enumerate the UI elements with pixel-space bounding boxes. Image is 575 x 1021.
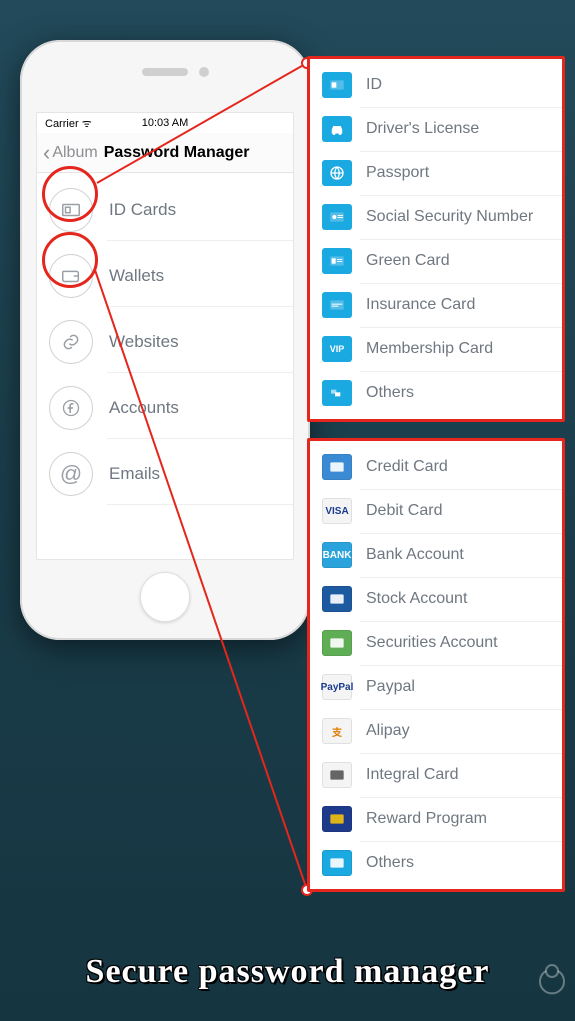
speaker-slot	[142, 68, 188, 76]
clock: 10:03 AM	[37, 117, 293, 129]
wallet-panel-label: Others	[366, 854, 414, 872]
id-panel-label: Driver's License	[366, 120, 479, 138]
page-title: Password Manager	[104, 144, 250, 162]
wallet-panel-label: Debit Card	[366, 502, 442, 520]
wallet-panel-item[interactable]: Reward Program	[310, 797, 562, 841]
home-button[interactable]	[140, 572, 190, 622]
wallet-panel-item[interactable]: Others	[310, 841, 562, 885]
back-button[interactable]: Album	[52, 144, 97, 162]
id-panel-item[interactable]: Insurance Card	[310, 283, 562, 327]
wallet-tile-icon	[322, 586, 352, 612]
menu-label: Emails	[109, 464, 160, 484]
facebook-icon	[49, 386, 93, 430]
id-panel-item[interactable]: VIP Membership Card	[310, 327, 562, 371]
id-panel-label: Passport	[366, 164, 429, 182]
ssn-icon	[322, 204, 352, 230]
front-camera	[199, 67, 209, 77]
id-panel-item[interactable]: Driver's License	[310, 107, 562, 151]
wallet-tile-icon	[322, 762, 352, 788]
wallet-tile-icon	[322, 806, 352, 832]
id-panel-label: Social Security Number	[366, 208, 533, 226]
wallet-tile-icon: VISA	[322, 498, 352, 524]
wallet-tile-icon: BANK	[322, 542, 352, 568]
id-card-icon	[49, 188, 93, 232]
wallet-panel-label: Securities Account	[366, 634, 498, 652]
green-card-icon	[322, 248, 352, 274]
id-panel-item[interactable]: Green Card	[310, 239, 562, 283]
wallet-panel-label: Bank Account	[366, 546, 464, 564]
drivers-license-icon	[322, 116, 352, 142]
nav-bar: ‹ Album Password Manager	[37, 133, 293, 173]
at-sign-icon: @	[49, 452, 93, 496]
menu-label: Websites	[109, 332, 179, 352]
wallet-tile-icon: PayPal	[322, 674, 352, 700]
id-icon	[322, 72, 352, 98]
menu-label: Accounts	[109, 398, 179, 418]
wallet-icon	[49, 254, 93, 298]
id-panel-label: ID	[366, 76, 382, 94]
wallet-tile-icon: 支	[322, 718, 352, 744]
category-list: ID Cards Wallets Websites Accounts	[37, 173, 293, 505]
id-panel-label: Insurance Card	[366, 296, 475, 314]
phone-device-frame: Carrier ᯤ 10:03 AM ‹ Album Password Mana…	[20, 40, 310, 640]
phone-screen: Carrier ᯤ 10:03 AM ‹ Album Password Mana…	[36, 112, 294, 560]
id-panel-item[interactable]: ID	[310, 63, 562, 107]
wallet-tile-icon	[322, 630, 352, 656]
id-panel-label: Others	[366, 384, 414, 402]
menu-label: ID Cards	[109, 200, 176, 220]
id-panel-item[interactable]: Others	[310, 371, 562, 415]
wallet-panel-label: Credit Card	[366, 458, 448, 476]
wallet-panel-label: Integral Card	[366, 766, 459, 784]
wallet-panel-item[interactable]: BANK Bank Account	[310, 533, 562, 577]
wallet-tile-icon	[322, 850, 352, 876]
marketing-caption: Secure password manager	[0, 953, 575, 991]
id-panel-item[interactable]: Passport	[310, 151, 562, 195]
menu-item-wallets[interactable]: Wallets	[37, 245, 293, 307]
menu-item-emails[interactable]: @ Emails	[37, 443, 293, 505]
menu-item-accounts[interactable]: Accounts	[37, 377, 293, 439]
menu-item-websites[interactable]: Websites	[37, 311, 293, 373]
insurance-card-icon	[322, 292, 352, 318]
wallet-panel-label: Paypal	[366, 678, 415, 696]
wallet-panel-item[interactable]: Credit Card	[310, 445, 562, 489]
menu-item-id-cards[interactable]: ID Cards	[37, 179, 293, 241]
brand-watermark	[507, 959, 567, 1015]
back-chevron-icon[interactable]: ‹	[43, 142, 50, 164]
wallet-panel-item[interactable]: Securities Account	[310, 621, 562, 665]
wallet-panel-label: Stock Account	[366, 590, 467, 608]
wallet-panel-item[interactable]: Integral Card	[310, 753, 562, 797]
wallet-panel-label: Alipay	[366, 722, 410, 740]
others-icon	[322, 380, 352, 406]
wallet-panel-label: Reward Program	[366, 810, 487, 828]
passport-icon	[322, 160, 352, 186]
id-panel-label: Membership Card	[366, 340, 493, 358]
id-cards-panel: ID Driver's License Passport Social Secu…	[307, 56, 565, 422]
menu-label: Wallets	[109, 266, 164, 286]
link-icon	[49, 320, 93, 364]
id-panel-item[interactable]: Social Security Number	[310, 195, 562, 239]
wallet-panel-item[interactable]: PayPal Paypal	[310, 665, 562, 709]
wallet-panel-item[interactable]: Stock Account	[310, 577, 562, 621]
status-bar: Carrier ᯤ 10:03 AM	[37, 113, 293, 133]
wallet-tile-icon	[322, 454, 352, 480]
id-panel-label: Green Card	[366, 252, 450, 270]
membership-card-icon: VIP	[322, 336, 352, 362]
wallet-panel-item[interactable]: VISA Debit Card	[310, 489, 562, 533]
wallet-panel-item[interactable]: 支 Alipay	[310, 709, 562, 753]
wallets-panel: Credit Card VISA Debit Card BANK Bank Accoun…	[307, 438, 565, 892]
